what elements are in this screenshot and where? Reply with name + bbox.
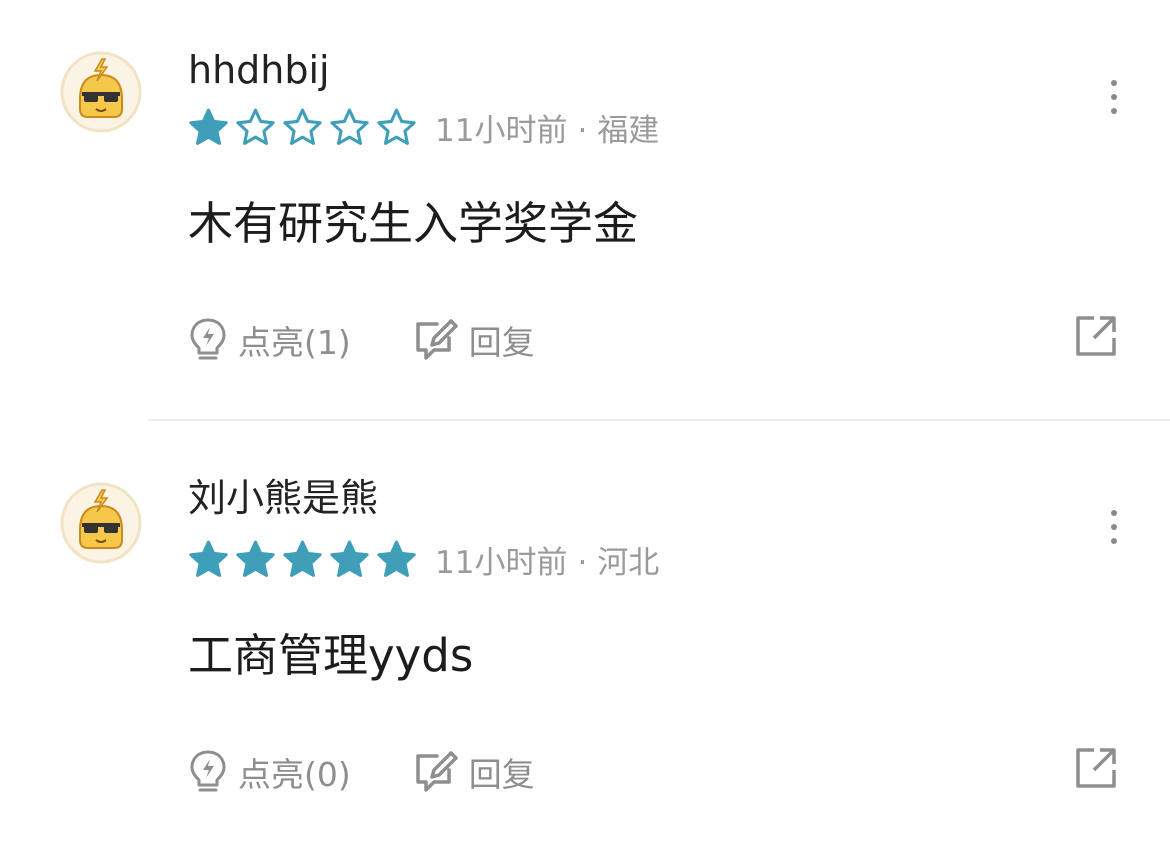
star-empty-icon — [235, 107, 276, 147]
more-options-button[interactable] — [1094, 502, 1134, 552]
username[interactable]: hhdhbij — [188, 48, 330, 92]
share-external-icon — [1076, 748, 1116, 788]
lightbulb-icon — [190, 318, 226, 360]
comment-actions: 点亮(0) 回复 — [188, 746, 535, 798]
reply-label: 回复 — [468, 323, 535, 362]
star-filled-icon — [188, 107, 229, 147]
meta-separator: · — [577, 544, 588, 581]
comment-location: 福建 — [597, 112, 660, 149]
comment-time: 11小时前 — [435, 544, 568, 581]
avatar[interactable] — [60, 51, 142, 133]
star-filled-icon — [235, 539, 276, 579]
comment-time: 11小时前 — [435, 112, 568, 149]
star-empty-icon — [329, 107, 370, 147]
sunglasses-bolt-avatar-icon — [60, 482, 142, 564]
edit-bubble-icon — [416, 319, 458, 360]
comment-item: 刘小熊是熊 11小时前 · 河北 工商管理yyds 点亮(0) 回复 — [0, 422, 1170, 841]
comment-location: 河北 — [597, 544, 660, 581]
lightbulb-icon — [190, 750, 226, 792]
comment-content: 木有研究生入学奖学金 — [188, 197, 639, 250]
star-filled-icon — [188, 539, 229, 579]
star-rating — [188, 107, 417, 147]
star-empty-icon — [376, 107, 417, 147]
like-label: 点亮(0) — [238, 755, 351, 794]
sunglasses-bolt-avatar-icon — [60, 51, 142, 133]
comment-item: hhdhbij 11小时前 · 福建 木有研究生入学奖学金 点亮(1) 回复 — [0, 0, 1170, 421]
like-label: 点亮(1) — [238, 323, 351, 362]
more-vertical-icon — [1111, 80, 1117, 86]
edit-bubble-icon — [416, 751, 458, 792]
like-button[interactable]: 点亮(0) — [188, 748, 351, 796]
reply-label: 回复 — [468, 755, 535, 794]
like-button[interactable]: 点亮(1) — [188, 316, 351, 364]
comment-content: 工商管理yyds — [188, 629, 474, 682]
more-options-button[interactable] — [1094, 72, 1134, 122]
comment-divider — [148, 419, 1170, 421]
more-vertical-icon — [1111, 510, 1117, 516]
comment-actions: 点亮(1) 回复 — [188, 314, 535, 366]
reply-button[interactable]: 回复 — [413, 748, 535, 796]
username[interactable]: 刘小熊是熊 — [188, 476, 378, 520]
star-filled-icon — [329, 539, 370, 579]
comment-meta: 11小时前 · 河北 — [188, 536, 659, 582]
comment-meta: 11小时前 · 福建 — [188, 104, 659, 150]
meta-separator: · — [577, 112, 588, 149]
share-external-icon — [1076, 316, 1116, 356]
reply-button[interactable]: 回复 — [413, 316, 535, 364]
star-rating — [188, 539, 417, 579]
share-button[interactable] — [1074, 746, 1118, 790]
star-filled-icon — [376, 539, 417, 579]
star-empty-icon — [282, 107, 323, 147]
share-button[interactable] — [1074, 314, 1118, 358]
star-filled-icon — [282, 539, 323, 579]
avatar[interactable] — [60, 482, 142, 564]
